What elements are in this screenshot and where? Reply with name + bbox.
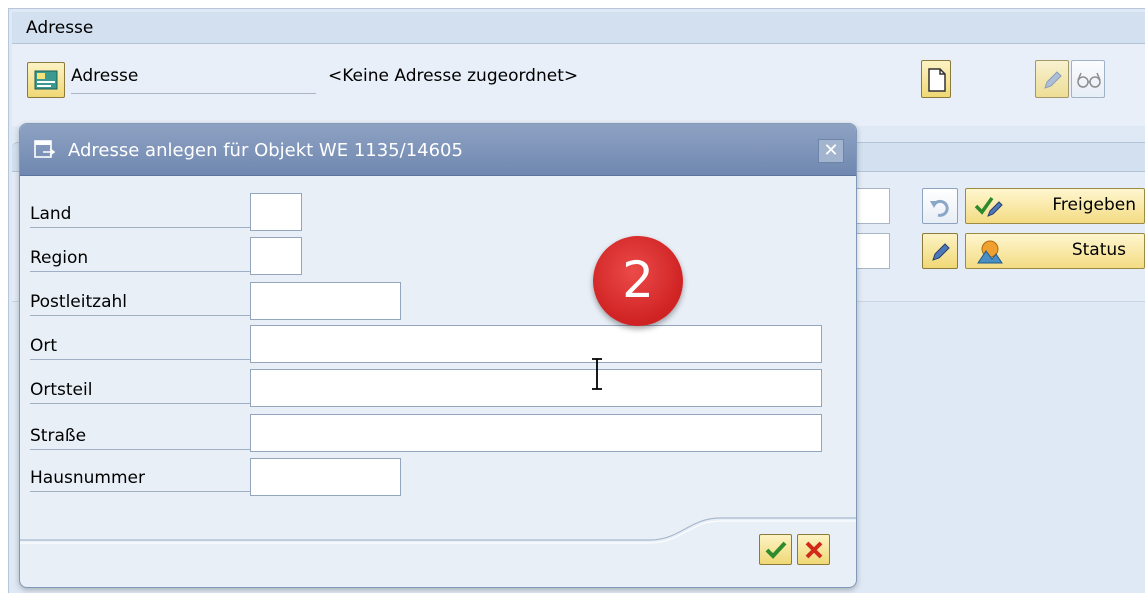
pencil-icon xyxy=(932,243,950,261)
no-address-text: <Keine Adresse zugeordnet> xyxy=(328,66,579,86)
address-book-icon xyxy=(34,70,58,90)
edit-pencil-button[interactable] xyxy=(922,233,958,269)
dialog-title: Adresse anlegen für Objekt WE 1135/14605 xyxy=(68,140,463,161)
street-label: Straße xyxy=(30,422,255,450)
close-icon: ✕ xyxy=(823,140,839,161)
land-input[interactable] xyxy=(250,193,302,231)
new-document-icon xyxy=(928,68,946,92)
address-label: Adresse xyxy=(71,64,316,94)
region-label: Region xyxy=(30,244,255,272)
address-book-button[interactable] xyxy=(27,62,65,98)
check-pencil-icon xyxy=(974,196,1003,217)
glasses-icon xyxy=(1077,72,1101,88)
status-button[interactable]: Status xyxy=(965,233,1145,269)
district-input[interactable] xyxy=(250,369,822,407)
region-input[interactable] xyxy=(250,237,302,275)
section-title: Adresse xyxy=(26,18,94,38)
street-input[interactable] xyxy=(250,414,822,452)
text-cursor-icon xyxy=(592,358,602,390)
status-button-label: Status xyxy=(1071,240,1126,260)
edit-button[interactable] xyxy=(1035,60,1069,98)
checkmark-icon xyxy=(765,541,787,559)
step-badge: 2 xyxy=(593,236,683,326)
section-header xyxy=(12,12,1145,44)
city-label: Ort xyxy=(30,332,255,360)
postal-code-input[interactable] xyxy=(250,282,401,320)
district-label: Ortsteil xyxy=(30,376,255,404)
status-icon xyxy=(977,240,1003,264)
background-field-1[interactable] xyxy=(855,188,890,224)
release-button-label: Freigeben xyxy=(1052,195,1136,215)
close-button[interactable]: ✕ xyxy=(818,139,844,163)
undo-icon xyxy=(930,199,949,217)
pencil-icon xyxy=(1044,71,1062,89)
confirm-button[interactable] xyxy=(759,534,792,565)
display-button[interactable] xyxy=(1071,60,1105,98)
land-label: Land xyxy=(30,200,255,228)
background-field-2[interactable] xyxy=(855,233,890,269)
house-number-label: Hausnummer xyxy=(30,464,255,492)
dialog-window-icon xyxy=(34,140,56,158)
new-document-button[interactable] xyxy=(921,60,951,98)
release-button[interactable]: Freigeben xyxy=(965,188,1145,224)
city-input[interactable] xyxy=(250,325,822,363)
create-address-dialog: Adresse anlegen für Objekt WE 1135/14605… xyxy=(19,123,857,588)
undo-button[interactable] xyxy=(922,188,958,224)
cancel-button[interactable] xyxy=(797,534,830,565)
footer-separator xyxy=(20,517,856,544)
postal-code-label: Postleitzahl xyxy=(30,288,255,316)
cancel-icon xyxy=(805,541,823,559)
house-number-input[interactable] xyxy=(250,458,401,496)
